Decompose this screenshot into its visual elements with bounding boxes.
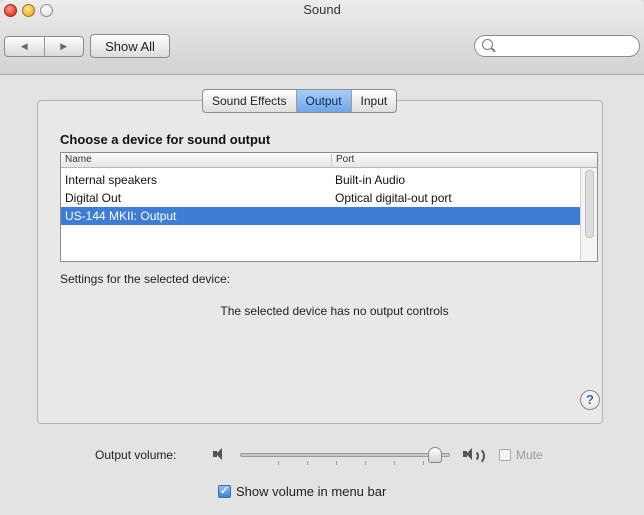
slider-tick [336, 461, 337, 465]
show-all-button[interactable]: Show All [90, 34, 170, 58]
device-name: US-144 MKII: Output [65, 209, 177, 223]
forward-button[interactable]: ▶ [45, 37, 84, 56]
device-port: Built-in Audio [335, 173, 406, 187]
slider-tick [278, 461, 279, 465]
slider-tick [365, 461, 366, 465]
scrollbar-thumb[interactable] [585, 170, 594, 238]
column-header-name[interactable]: Name [65, 154, 92, 165]
column-header-port[interactable]: Port [331, 154, 354, 168]
help-button[interactable]: ? [580, 390, 600, 410]
show-volume-checkbox[interactable]: ✓ Show volume in menu bar [218, 484, 386, 499]
slider-track [240, 453, 450, 457]
output-volume-slider[interactable] [240, 447, 460, 465]
mute-checkbox-box[interactable] [499, 449, 511, 461]
mute-label: Mute [516, 448, 543, 462]
search-input[interactable] [497, 38, 631, 56]
device-list-heading: Choose a device for sound output [60, 132, 271, 147]
table-header: Name Port [61, 153, 597, 168]
tab-input[interactable]: Input [352, 90, 397, 112]
show-volume-label: Show volume in menu bar [236, 484, 387, 499]
slider-knob[interactable] [428, 447, 442, 463]
table-row-selected[interactable]: US-144 MKII: Output [61, 207, 582, 225]
settings-label: Settings for the selected device: [60, 272, 231, 286]
search-field[interactable] [474, 35, 640, 57]
output-volume-label: Output volume: [95, 448, 177, 462]
checkmark-icon[interactable]: ✓ [218, 485, 231, 498]
slider-tick [307, 461, 308, 465]
device-name: Internal speakers [65, 173, 158, 187]
output-device-table: Name Port Internal speakers Built-in Aud… [60, 152, 598, 262]
back-arrow-icon: ◀ [20, 41, 28, 51]
device-name: Digital Out [65, 191, 122, 205]
back-button[interactable]: ◀ [5, 37, 45, 56]
table-scrollbar[interactable] [580, 168, 597, 261]
window-title: Sound [303, 2, 341, 17]
tab-bar: Sound Effects Output Input [202, 89, 398, 113]
sound-preferences-window: Sound ◀ ▶ Show All Sound Effects Output … [0, 0, 644, 515]
device-port: Optical digital-out port [335, 191, 452, 205]
tab-sound-effects[interactable]: Sound Effects [203, 90, 297, 112]
table-row[interactable]: Digital Out Optical digital-out port [61, 189, 582, 207]
slider-tick [394, 461, 395, 465]
tab-output[interactable]: Output [296, 90, 352, 112]
tab-panel [37, 100, 603, 424]
title-toolbar: Sound ◀ ▶ Show All [0, 0, 644, 75]
table-row[interactable]: Internal speakers Built-in Audio [61, 171, 582, 189]
no-controls-message: The selected device has no output contro… [220, 304, 449, 318]
slider-tick [423, 461, 424, 465]
speaker-low-icon [213, 447, 227, 461]
search-icon [482, 39, 493, 50]
speaker-high-icon [463, 446, 489, 465]
forward-arrow-icon: ▶ [60, 41, 68, 51]
mute-checkbox[interactable]: Mute [499, 448, 543, 462]
back-forward-control: ◀ ▶ [4, 36, 84, 57]
